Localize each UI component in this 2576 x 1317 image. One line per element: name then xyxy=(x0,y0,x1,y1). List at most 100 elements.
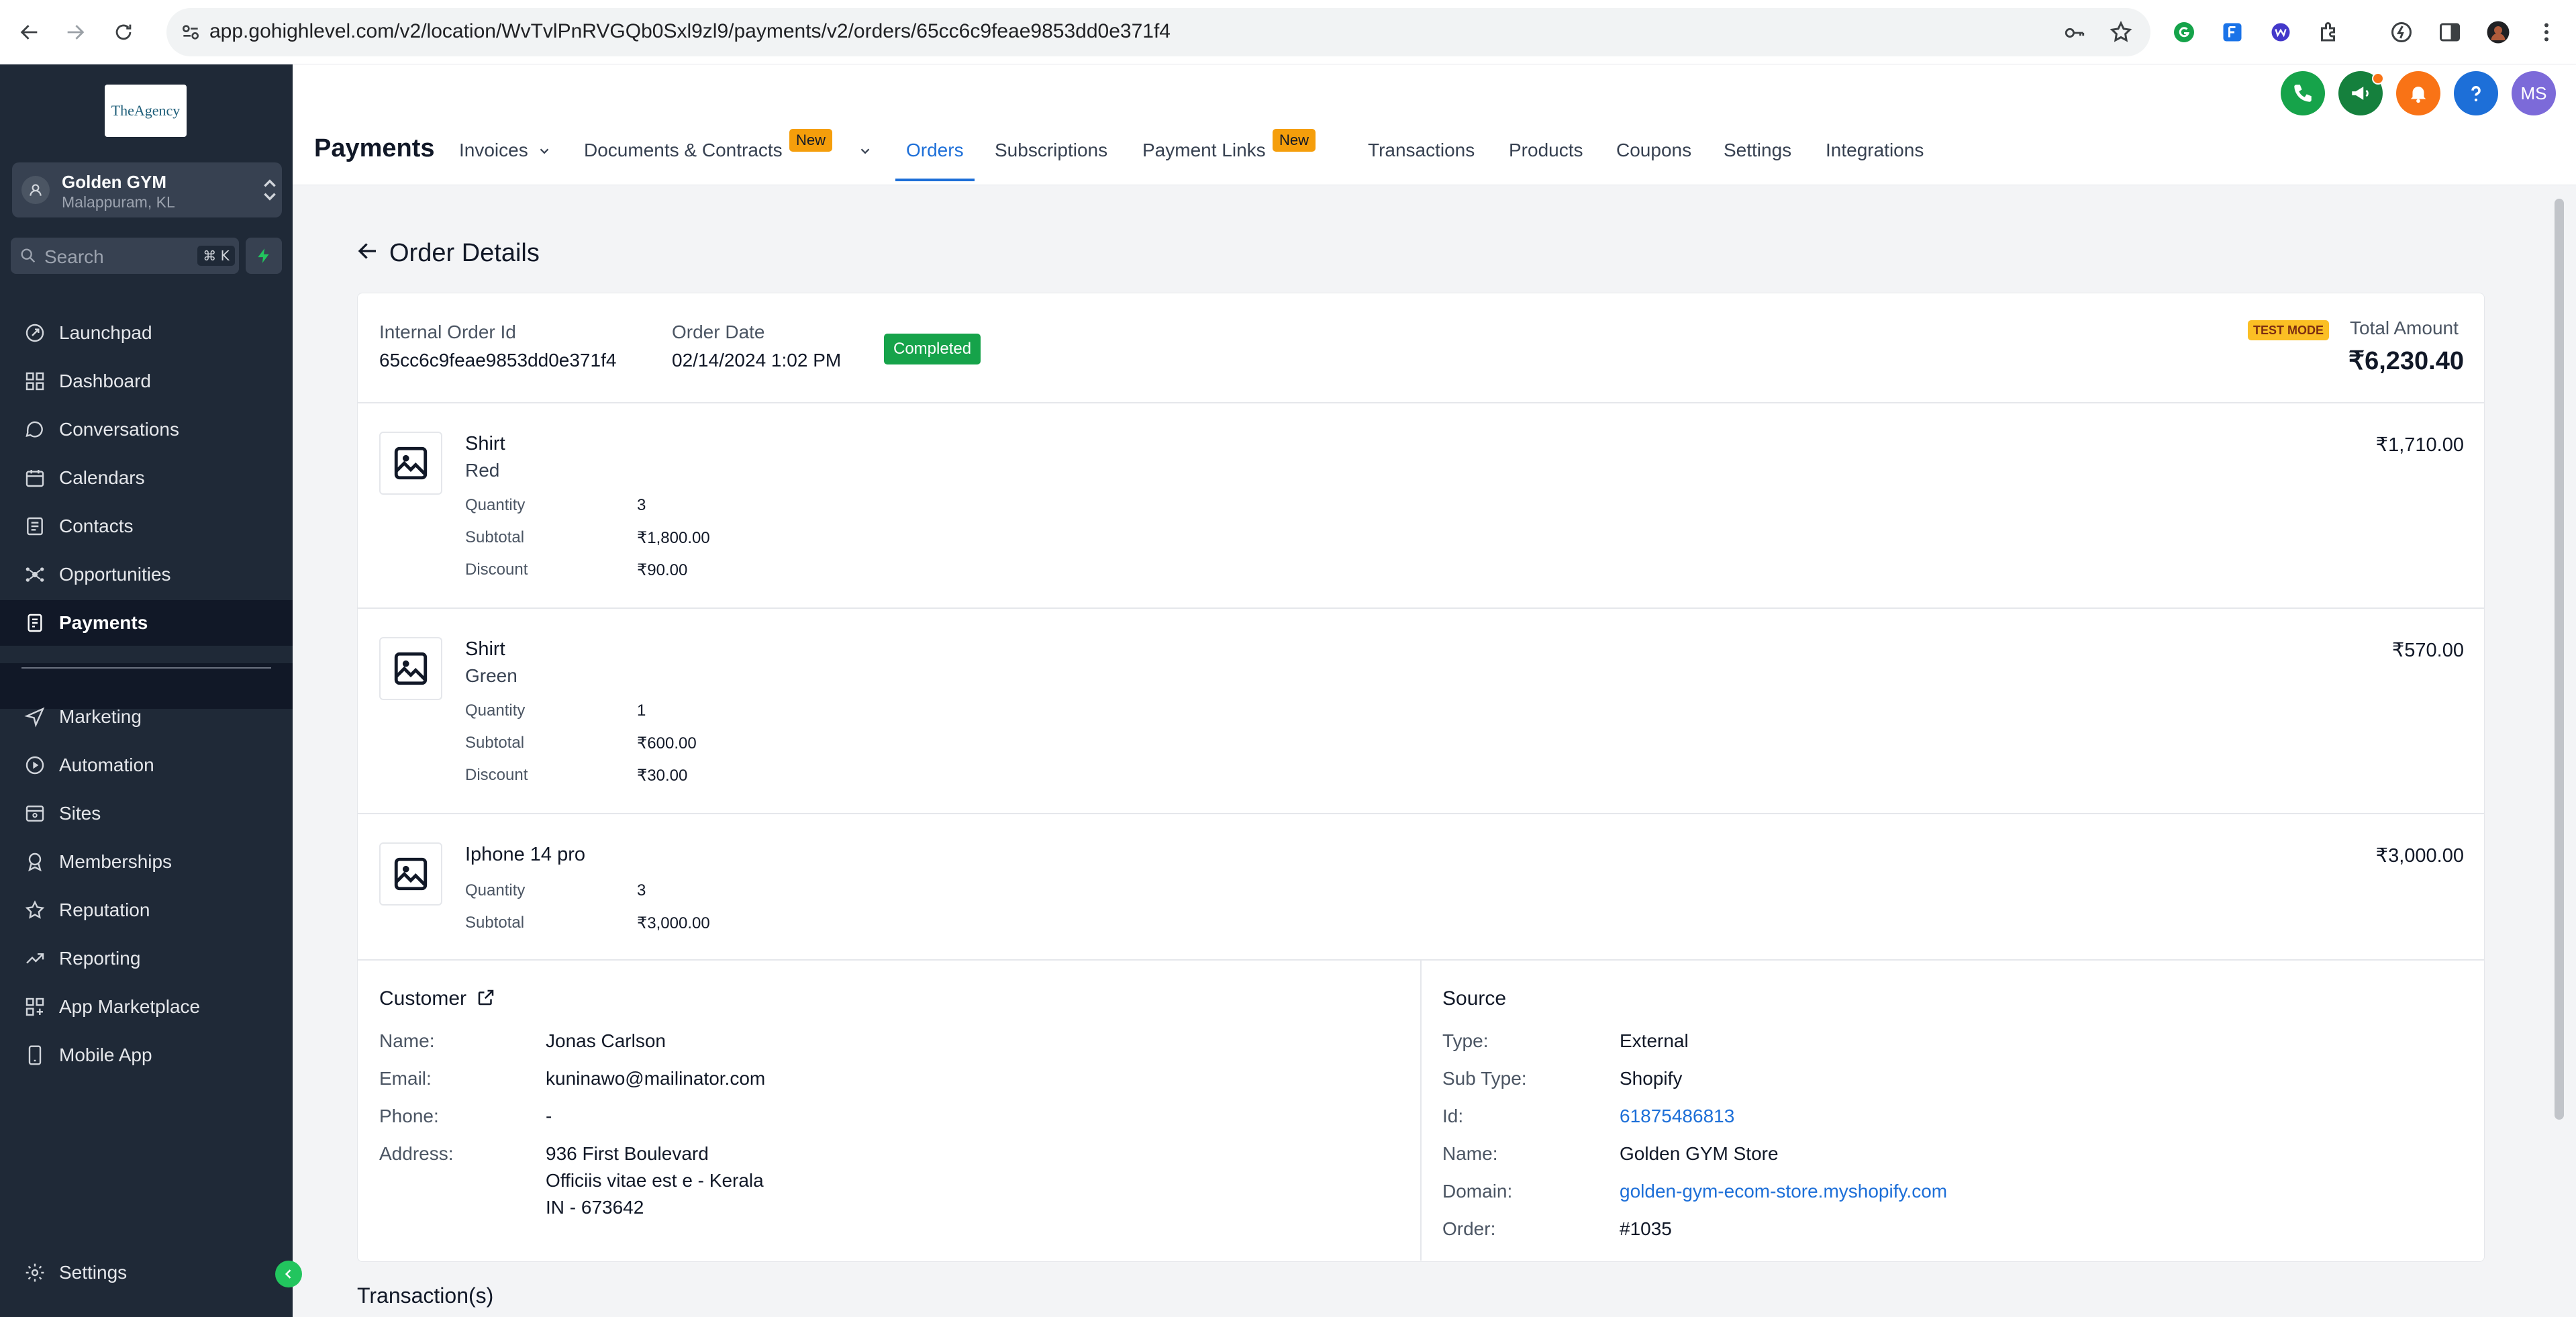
browser-menu-icon[interactable] xyxy=(2532,17,2561,47)
internal-order-id-label: Internal Order Id xyxy=(379,322,516,342)
internal-order-id: 65cc6c9feae9853dd0e371f4 xyxy=(379,350,617,371)
source-subtype-label: Sub Type: xyxy=(1442,1068,1527,1089)
address-bar[interactable]: app.gohighlevel.com/v2/location/WvTvlPnR… xyxy=(166,8,2150,56)
forward-nav-icon[interactable] xyxy=(59,16,91,48)
chevron-down-icon[interactable] xyxy=(858,144,873,158)
sidebar-item-reputation[interactable]: Reputation xyxy=(0,887,293,933)
quantity-label: Quantity xyxy=(465,881,526,899)
sidebar-item-app-marketplace[interactable]: App Marketplace xyxy=(0,984,293,1030)
notifications-button[interactable] xyxy=(2396,71,2440,115)
source-id-link[interactable]: 61875486813 xyxy=(1620,1106,1734,1127)
quantity-label: Quantity xyxy=(465,701,526,720)
tab-transactions[interactable]: Transactions xyxy=(1368,140,1475,161)
tab-payment-links[interactable]: Payment Links xyxy=(1142,140,1266,161)
mobile-icon xyxy=(28,1045,42,1065)
product-image-placeholder xyxy=(379,432,442,495)
tab-settings[interactable]: Settings xyxy=(1724,140,1791,161)
sidebar-item-contacts[interactable]: Contacts xyxy=(0,503,293,549)
sidebar-item-label: Contacts xyxy=(59,516,134,536)
extension-w-icon[interactable] xyxy=(2266,17,2295,47)
item-name: Iphone 14 pro xyxy=(465,844,585,865)
line-item: Shirt Green Quantity 1 Subtotal ₹600.00 … xyxy=(358,609,2484,813)
customer-address-line2: Officiis vitae est e - Kerala xyxy=(546,1170,764,1191)
back-arrow-icon[interactable] xyxy=(356,239,380,263)
source-domain-label: Domain: xyxy=(1442,1181,1513,1202)
key-icon[interactable] xyxy=(2063,21,2086,44)
back-nav-icon[interactable] xyxy=(13,16,46,48)
quick-actions-button[interactable] xyxy=(246,238,282,274)
gear-icon xyxy=(26,1263,44,1282)
calendar-icon xyxy=(26,470,44,487)
extension-f-icon[interactable] xyxy=(2218,17,2247,47)
sidebar-item-label: Automation xyxy=(59,754,154,775)
announcements-button[interactable] xyxy=(2338,71,2384,115)
sidebar-item-label: Reporting xyxy=(59,948,141,969)
source-section: Source Type: External Sub Type: Shopify … xyxy=(1422,961,2484,1261)
sidebar-item-marketing[interactable]: Marketing xyxy=(0,694,293,740)
item-variant: Red xyxy=(465,460,500,481)
agency-logo-text: TheAgency xyxy=(111,102,181,119)
user-avatar[interactable]: MS xyxy=(2512,71,2556,115)
search-shortcut: ⌘ K xyxy=(197,246,235,266)
tab-orders[interactable]: Orders xyxy=(906,140,964,161)
agency-logo[interactable]: TheAgency xyxy=(105,85,187,137)
sidebar-item-label: Launchpad xyxy=(59,322,152,343)
site-info-icon[interactable] xyxy=(180,21,201,43)
sidebar-item-automation[interactable]: Automation xyxy=(0,742,293,788)
source-domain-link[interactable]: golden-gym-ecom-store.myshopify.com xyxy=(1620,1181,1947,1202)
tab-documents-contracts[interactable]: Documents & Contracts xyxy=(584,140,783,161)
tab-integrations[interactable]: Integrations xyxy=(1826,140,1924,161)
grammarly-extension-icon[interactable] xyxy=(2169,17,2199,47)
status-badge: Completed xyxy=(884,334,981,364)
sidebar-item-conversations[interactable]: Conversations xyxy=(0,407,293,452)
location-switcher[interactable]: Golden GYM Malappuram, KL xyxy=(12,162,282,217)
product-image-placeholder xyxy=(379,637,442,700)
sidebar-item-memberships[interactable]: Memberships xyxy=(0,839,293,885)
side-panel-icon[interactable] xyxy=(2435,17,2465,47)
scrollbar[interactable] xyxy=(2555,199,2564,1120)
reload-icon[interactable] xyxy=(107,16,140,48)
item-price: ₹1,710.00 xyxy=(2375,434,2464,456)
external-link-icon[interactable] xyxy=(476,987,496,1008)
tab-invoices[interactable]: Invoices xyxy=(459,140,528,161)
sidebar-item-settings[interactable]: Settings xyxy=(0,1250,293,1296)
source-name: Golden GYM Store xyxy=(1620,1143,1779,1164)
chevron-down-icon[interactable] xyxy=(537,144,552,158)
sidebar-item-reporting[interactable]: Reporting xyxy=(0,936,293,981)
apps-icon xyxy=(26,997,44,1016)
sidebar-item-opportunities[interactable]: Opportunities xyxy=(0,552,293,597)
section-divider xyxy=(1420,960,1422,1261)
sidebar-item-sites[interactable]: Sites xyxy=(0,791,293,836)
page-header: Payments Invoices Documents & Contracts … xyxy=(293,64,2576,185)
sidebar-item-calendars[interactable]: Calendars xyxy=(0,455,293,501)
extensions-puzzle-icon[interactable] xyxy=(2314,17,2344,47)
quantity-value: 1 xyxy=(637,701,646,720)
sidebar-item-dashboard[interactable]: Dashboard xyxy=(0,358,293,404)
chevron-left-icon xyxy=(285,1269,291,1279)
bookmark-star-icon[interactable] xyxy=(2109,20,2133,44)
star-icon xyxy=(25,900,45,919)
sidebar-item-launchpad[interactable]: Launchpad xyxy=(0,310,293,356)
megaphone-icon xyxy=(2352,87,2369,100)
transactions-title: Transaction(s) xyxy=(357,1283,494,1308)
customer-email: kuninawo@mailinator.com xyxy=(546,1068,766,1089)
sidebar-search[interactable]: Search ⌘ K xyxy=(11,238,239,274)
network-icon xyxy=(26,567,44,582)
sidebar-item-mobile-app[interactable]: Mobile App xyxy=(0,1032,293,1078)
help-button[interactable] xyxy=(2454,71,2498,115)
tab-products[interactable]: Products xyxy=(1509,140,1583,161)
sidebar-item-label: Conversations xyxy=(59,419,179,440)
chart-icon xyxy=(26,953,44,964)
profile-avatar-icon[interactable] xyxy=(2483,17,2513,47)
phone-button[interactable] xyxy=(2281,71,2325,115)
tab-coupons[interactable]: Coupons xyxy=(1616,140,1691,161)
customer-title: Customer xyxy=(379,987,467,1010)
source-order: #1035 xyxy=(1620,1218,1672,1239)
tab-subscriptions[interactable]: Subscriptions xyxy=(995,140,1107,161)
new-badge: New xyxy=(1273,129,1316,152)
discount-value: ₹90.00 xyxy=(637,561,688,579)
performance-icon[interactable] xyxy=(2387,17,2416,47)
test-mode-badge: TEST MODE xyxy=(2248,320,2330,340)
sidebar-item-payments-active[interactable]: Payments xyxy=(0,600,293,646)
collapse-sidebar-button[interactable] xyxy=(275,1261,302,1287)
